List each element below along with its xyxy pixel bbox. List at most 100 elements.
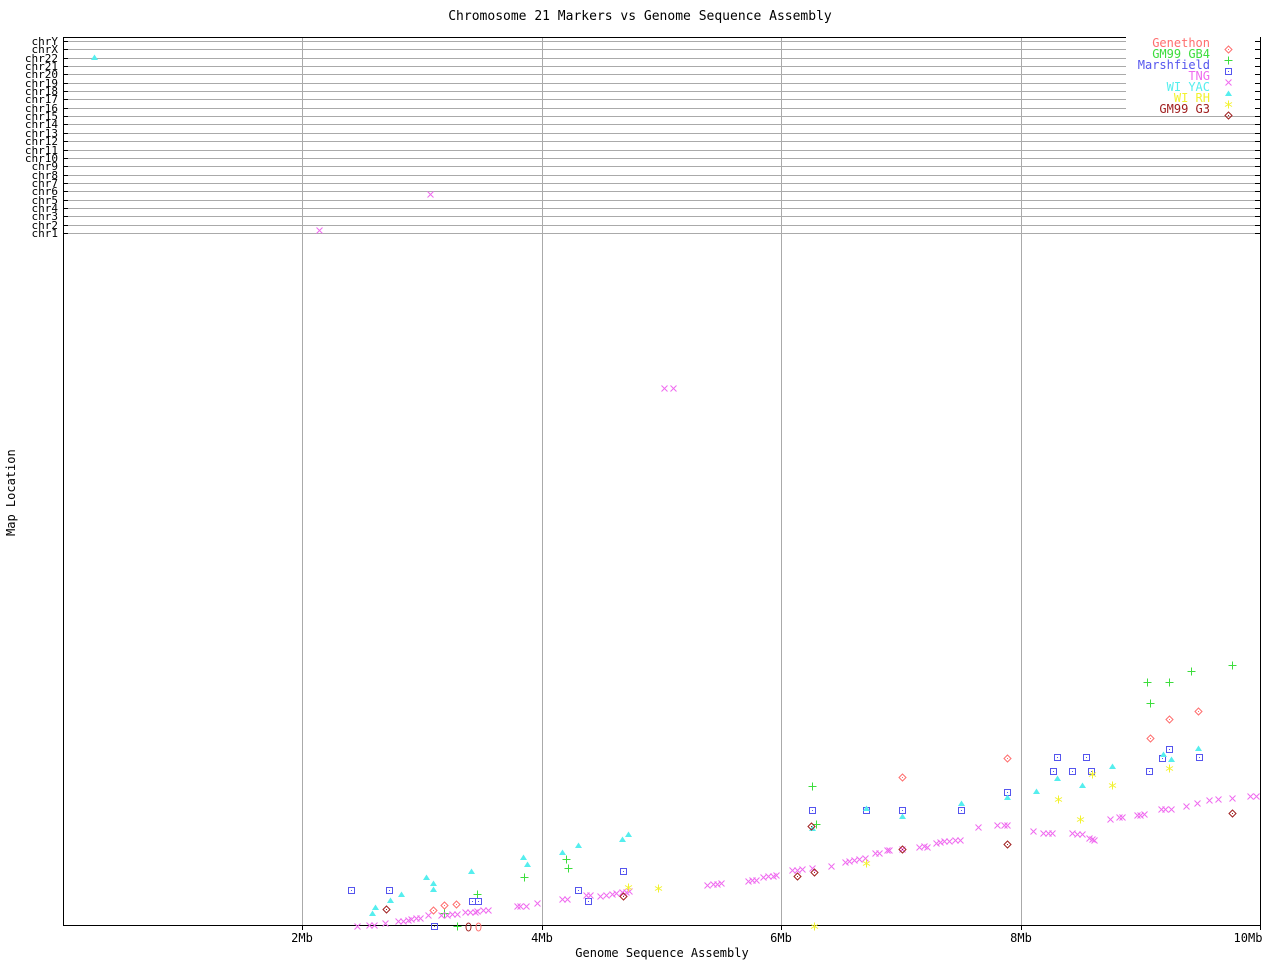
h-gridline-chr19	[64, 83, 1260, 84]
y-tick-left	[63, 91, 68, 92]
marker-wi-yac	[1108, 762, 1117, 772]
x-axis-line	[63, 925, 1261, 926]
y-tick-right	[1255, 208, 1260, 209]
marker-genethon	[1003, 754, 1012, 764]
h-gridline-chr21	[64, 66, 1260, 67]
h-gridline-chr16	[64, 108, 1260, 109]
marker-marshfield	[1068, 767, 1077, 777]
marker-tng	[1003, 821, 1012, 831]
h-gridline-chr6	[64, 191, 1260, 192]
marker-wi-rh	[1108, 781, 1117, 791]
marker-marshfield	[1082, 753, 1091, 763]
marker-gm99-gb4	[564, 864, 573, 874]
marker-tng	[484, 906, 493, 916]
marker-wi-rh	[1165, 764, 1174, 774]
marker-tng	[1205, 796, 1214, 806]
marker-wi-yac	[523, 860, 532, 870]
marker-wi-rh	[654, 884, 663, 894]
marker-tng	[1140, 810, 1149, 820]
marker-wi-rh	[1054, 795, 1063, 805]
marker-wi-rh	[810, 922, 819, 932]
marker-gm99-g3	[619, 892, 628, 902]
marker-wi-yac	[1078, 781, 1087, 791]
y-tick-right	[1255, 141, 1260, 142]
marker-tng	[923, 843, 932, 853]
marker-tng	[772, 871, 781, 881]
marker-tng	[424, 911, 433, 921]
v-gridline-8mb	[1021, 37, 1022, 925]
marker-tng	[1090, 836, 1099, 846]
x-tick-label: 6Mb	[770, 931, 792, 945]
h-gridline-chr7	[64, 183, 1260, 184]
marker-genethon	[1165, 715, 1174, 725]
marker-wi-yac	[90, 53, 99, 63]
x-tick-label: 2Mb	[291, 931, 313, 945]
h-gridline-chr17	[64, 99, 1260, 100]
marker-gm99-g3	[1003, 840, 1012, 850]
marker-tng	[426, 190, 435, 200]
y-tick-left	[63, 133, 68, 134]
marker-wi-rh	[1088, 770, 1097, 780]
y-axis-line	[63, 37, 64, 926]
marker-wi-yac	[624, 830, 633, 840]
y-tick-left	[63, 191, 68, 192]
marker-gm99-gb4	[453, 922, 462, 932]
marker-gm99-gb4	[1165, 678, 1174, 688]
marker-wi-yac	[957, 799, 966, 809]
marker-tng	[1252, 792, 1261, 802]
y-tick-right	[1255, 166, 1260, 167]
h-gridline-chr15	[64, 116, 1260, 117]
marker-wi-yac	[397, 890, 406, 900]
marker-marshfield	[430, 922, 439, 932]
marker-marshfield	[385, 886, 394, 896]
y-tick-left	[63, 175, 68, 176]
marker-gm99-gb4	[1228, 661, 1237, 671]
plus-legend-icon	[1224, 50, 1233, 65]
marker-tng	[660, 384, 669, 394]
h-gridline-chr10	[64, 158, 1260, 159]
x-legend-icon	[1224, 72, 1233, 86]
marker-tng	[1167, 805, 1176, 815]
marker-tng	[827, 862, 836, 872]
marker-gm99-g3	[807, 822, 816, 832]
marker-gm99-gb4	[1143, 678, 1152, 688]
x-tick	[1021, 926, 1022, 930]
marker-gm99-g3	[898, 845, 907, 855]
marker-tng	[315, 226, 324, 236]
marker-genethon	[474, 922, 483, 932]
marker-marshfield	[1195, 753, 1204, 763]
marker-wi-yac	[467, 867, 476, 877]
marker-tng	[1106, 815, 1115, 825]
y-tick-left	[63, 99, 68, 100]
marker-wi-yac	[862, 804, 871, 814]
marker-tng	[522, 902, 531, 912]
marker-gm99-g3	[382, 905, 391, 915]
y-tick-right	[1255, 116, 1260, 117]
y-tick-left	[63, 166, 68, 167]
x-tick	[542, 926, 543, 930]
square-legend-icon	[1224, 61, 1233, 75]
h-gridline-chr9	[64, 166, 1260, 167]
x-axis-label: Genome Sequence Assembly	[575, 946, 749, 960]
marker-gm99-g3	[810, 868, 819, 878]
h-gridline-chr1	[64, 233, 1260, 234]
h-gridline-chr2	[64, 225, 1260, 226]
marker-tng	[1193, 799, 1202, 809]
y-tick-left	[63, 158, 68, 159]
marker-tng	[586, 891, 595, 901]
marker-wi-yac	[1194, 744, 1203, 754]
marker-genethon	[452, 900, 461, 910]
marker-tng	[353, 922, 362, 932]
x-tick	[1260, 926, 1261, 930]
diamond-legend-icon	[1224, 39, 1233, 54]
marker-wi-yac	[898, 812, 907, 822]
marker-wi-rh	[1076, 815, 1085, 825]
marker-marshfield	[1145, 767, 1154, 777]
y-axis-label: Map Location	[4, 449, 18, 536]
h-gridline-chr14	[64, 124, 1260, 125]
v-gridline-4mb	[542, 37, 543, 925]
y-tick-left	[63, 208, 68, 209]
marker-tng	[381, 919, 390, 929]
marker-tng	[1182, 802, 1191, 812]
y-tick-left	[63, 150, 68, 151]
